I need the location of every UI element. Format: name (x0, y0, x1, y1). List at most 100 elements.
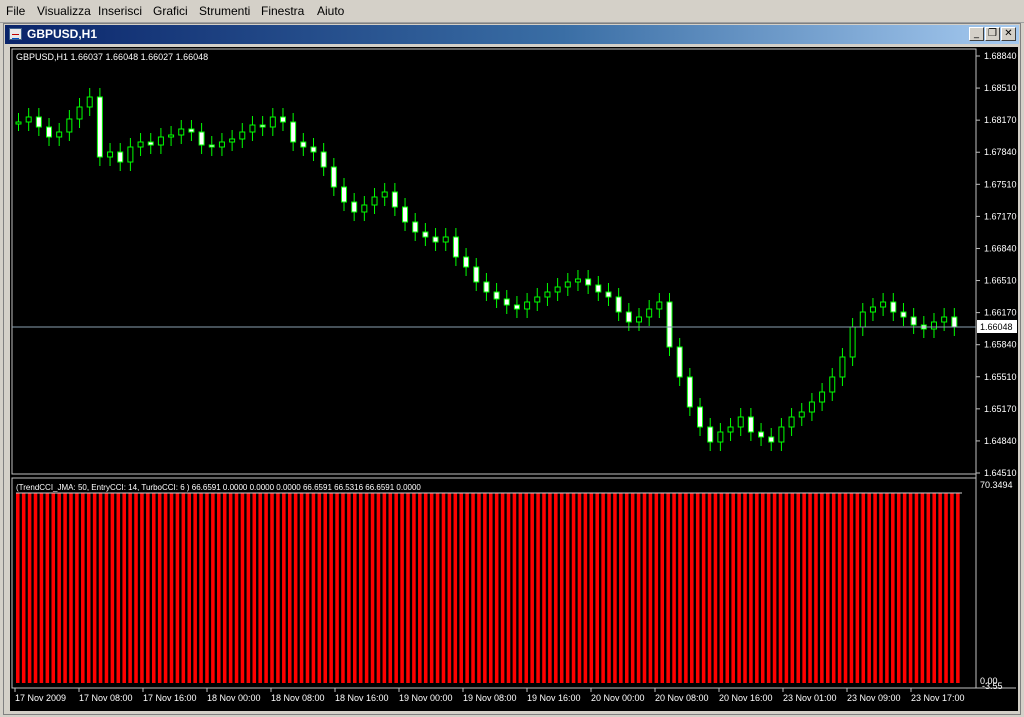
menu-grafici[interactable]: Grafici (153, 4, 188, 18)
menu-strumenti[interactable]: Strumenti (199, 4, 250, 18)
candle-body (585, 278, 592, 286)
price-tick-label: 1.66510 (984, 276, 1017, 286)
menu-aiuto[interactable]: Aiuto (317, 4, 344, 18)
histogram-bar (465, 493, 469, 683)
histogram-bar (57, 493, 61, 683)
candle-body (412, 221, 419, 233)
candle-body (300, 141, 307, 148)
candle-body (544, 291, 551, 298)
histogram-bar (902, 493, 907, 683)
candle-body (239, 131, 246, 140)
histogram-bar (406, 493, 410, 683)
histogram-bar (642, 493, 647, 683)
histogram-bar (287, 493, 292, 683)
histogram-bar (400, 493, 404, 683)
histogram-bar (802, 493, 806, 683)
price-tick-label: 1.68840 (984, 51, 1017, 61)
histogram-bar (938, 493, 942, 683)
restore-icon[interactable]: ❐ (985, 27, 1000, 41)
candle-body (554, 286, 561, 293)
histogram-bar (784, 493, 789, 683)
histogram-bar (565, 493, 570, 683)
chart-canvas[interactable]: 1.68840 1.68510 1.68170 1.67840 1.67510 1.671… (10, 47, 1018, 711)
candle-body (432, 236, 439, 243)
histogram-bar (299, 493, 304, 683)
histogram-bar (814, 493, 818, 683)
candle-body (25, 116, 32, 123)
histogram-bar (548, 493, 552, 683)
candle-body (361, 204, 368, 213)
histogram-bar (51, 493, 56, 683)
histogram-bar (317, 493, 322, 683)
histogram-bar (282, 493, 286, 683)
histogram-bar (169, 493, 174, 683)
histogram-bar (63, 493, 67, 683)
histogram-bar (542, 493, 546, 683)
histogram-bar (217, 493, 221, 683)
candle-body (279, 116, 286, 123)
histogram-bar (75, 493, 79, 683)
price-tick-label: 1.66840 (984, 243, 1017, 253)
histogram-bar (690, 493, 694, 683)
histogram-bar (530, 493, 534, 683)
time-tick-label: 17 Nov 16:00 (143, 693, 197, 703)
candle-body (310, 146, 317, 153)
histogram-bar (370, 493, 375, 683)
candle-body (564, 281, 571, 288)
histogram-bar (589, 493, 594, 683)
histogram-bar (648, 493, 653, 683)
histogram-bar (335, 493, 339, 683)
candle-body (880, 301, 887, 308)
histogram-bar (956, 493, 960, 683)
histogram-bar (151, 493, 156, 683)
candle-body (168, 134, 175, 138)
histogram-bar (140, 493, 144, 683)
price-tick-label: 1.67840 (984, 147, 1017, 157)
candle-body (503, 298, 510, 306)
menu-inserisci[interactable]: Inserisci (98, 4, 142, 18)
current-price-label: 1.66048 (980, 322, 1013, 332)
histogram-bar (772, 493, 777, 683)
histogram-bar (187, 493, 192, 683)
candle-body (758, 431, 765, 438)
histogram-bar (855, 493, 860, 683)
histogram-bar (743, 493, 747, 683)
price-tick-label: 1.65510 (984, 372, 1017, 382)
histogram-bar (429, 493, 434, 683)
histogram-bar (175, 493, 180, 683)
menu-finestra[interactable]: Finestra (261, 4, 304, 18)
histogram-bar (329, 493, 333, 683)
histogram-bar (447, 493, 452, 683)
candle-body (290, 121, 297, 143)
menu-visualizza[interactable]: Visualizza (37, 4, 91, 18)
histogram-bar (725, 493, 730, 683)
histogram-bar (607, 493, 611, 683)
histogram-bar (134, 493, 138, 683)
window-titlebar[interactable]: GBPUSD,H1 _ ❐ ✕ (5, 25, 1019, 44)
histogram-bar (630, 493, 635, 683)
menu-file[interactable]: File (6, 4, 25, 18)
minimize-icon[interactable]: _ (969, 27, 984, 41)
histogram-bar (684, 493, 688, 683)
price-tick-label: 1.68510 (984, 83, 1017, 93)
candle-body (808, 401, 815, 413)
histogram-bar (796, 493, 800, 683)
histogram-bar (760, 493, 765, 683)
histogram-bar (193, 493, 197, 683)
histogram-bar (719, 493, 724, 683)
histogram-bar (157, 493, 162, 683)
candle-body (625, 311, 632, 323)
candle-body (778, 426, 785, 443)
close-icon[interactable]: ✕ (1001, 27, 1016, 41)
candle-body (859, 311, 866, 328)
histogram-bar (500, 493, 505, 683)
chart-area[interactable]: 1.68840 1.68510 1.68170 1.67840 1.67510 1.671… (10, 47, 1018, 711)
candle-body (727, 426, 734, 433)
histogram-bar (33, 493, 38, 683)
candle-body (391, 191, 398, 208)
candle-body (147, 141, 154, 146)
histogram-bar (914, 493, 919, 683)
candle-body (717, 431, 724, 443)
histogram-bar (311, 493, 316, 683)
histogram-bar (471, 493, 475, 683)
